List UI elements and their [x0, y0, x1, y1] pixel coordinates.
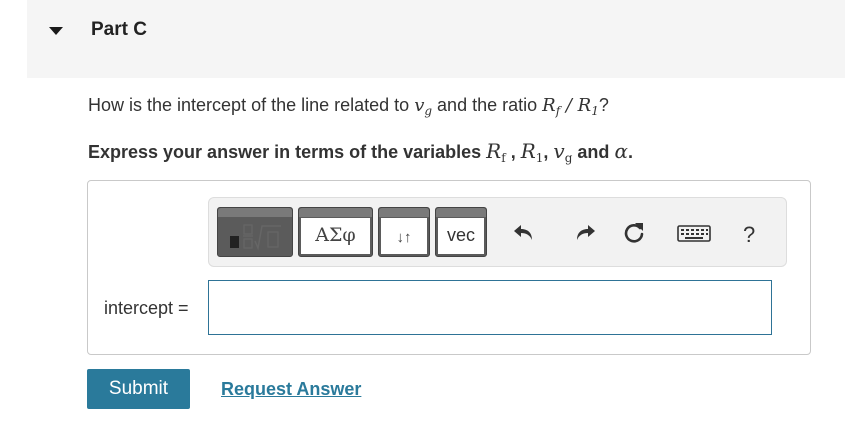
- submit-button[interactable]: Submit: [87, 369, 190, 409]
- vector-button[interactable]: vec: [435, 207, 487, 257]
- intercept-input[interactable]: [208, 280, 772, 335]
- question-suffix: ?: [598, 95, 609, 115]
- var-vg: vg: [553, 139, 573, 165]
- redo-icon[interactable]: [571, 220, 597, 246]
- question-middle: and the ratio: [432, 95, 543, 115]
- instruction-suffix: .: [627, 142, 633, 162]
- var-r1: R1: [577, 95, 599, 118]
- question-prefix: How is the intercept of the line related…: [88, 95, 415, 115]
- arrows-label: ↓↑: [396, 229, 412, 246]
- var-alpha: α: [614, 139, 628, 163]
- collapse-caret-icon[interactable]: [49, 27, 63, 35]
- instruction-sep3: and: [572, 142, 615, 162]
- instruction-prefix: Express your answer in terms of the vari…: [88, 142, 487, 162]
- question-text: How is the intercept of the line related…: [88, 95, 609, 118]
- request-answer-link[interactable]: Request Answer: [221, 379, 361, 400]
- var-rf: Rf: [486, 139, 506, 165]
- templates-icon: [230, 224, 281, 251]
- part-header: [27, 0, 845, 78]
- var-rf: Rf: [542, 95, 561, 118]
- greek-label: ΑΣφ: [315, 224, 356, 246]
- undo-icon[interactable]: [512, 220, 538, 246]
- var-r1: R1: [520, 139, 544, 165]
- instruction-sep1: ,: [505, 142, 521, 162]
- reset-icon[interactable]: [621, 220, 647, 246]
- greek-symbols-button[interactable]: ΑΣφ: [298, 207, 373, 257]
- intercept-label: intercept =: [104, 298, 189, 318]
- var-vg: vg: [414, 95, 433, 118]
- keyboard-icon[interactable]: [676, 220, 712, 246]
- templates-button[interactable]: [217, 207, 293, 257]
- part-title: Part C: [91, 19, 147, 40]
- help-icon[interactable]: ?: [743, 222, 755, 248]
- ratio-separator: /: [560, 95, 578, 116]
- instruction-sep2: ,: [543, 142, 554, 162]
- instruction-text: Express your answer in terms of the vari…: [88, 139, 633, 165]
- arrows-button[interactable]: ↓↑: [378, 207, 430, 257]
- vector-label: vec: [446, 225, 475, 245]
